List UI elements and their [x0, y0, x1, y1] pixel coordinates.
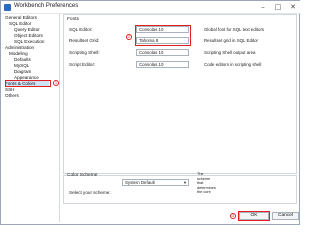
- script-editor-font-field[interactable]: Consolas 10: [136, 61, 189, 68]
- close-button[interactable]: ✕: [287, 2, 299, 12]
- callout-box-font-fields: [135, 25, 191, 46]
- callout-marker-3: 3: [230, 213, 236, 219]
- resultset-grid-description: Resultset grid in SQL Editor: [204, 38, 259, 43]
- title-bar: Workbench Preferences – □ ✕: [1, 1, 301, 14]
- script-editor-label: Script Editor:: [69, 62, 96, 67]
- fonts-group-label: Fonts: [67, 17, 79, 22]
- script-editor-description: Code editors in scripting shell: [204, 62, 262, 67]
- preferences-window: Workbench Preferences – □ ✕ General Edit…: [0, 0, 301, 225]
- scripting-shell-label: Scripting Shell:: [69, 50, 100, 55]
- callout-box-ok: [238, 211, 270, 221]
- select-scheme-label: Select your scheme:: [69, 190, 111, 195]
- chevron-down-icon: ▼: [183, 180, 187, 185]
- sql-editor-label: SQL Editor:: [69, 27, 93, 32]
- callout-marker-1: 1: [53, 80, 59, 86]
- sql-editor-description: Global font for SQL text editors: [204, 27, 265, 32]
- minimize-button[interactable]: –: [257, 2, 269, 12]
- callout-marker-2: 2: [126, 34, 132, 40]
- tree-item-others[interactable]: Others: [5, 93, 19, 99]
- cancel-button[interactable]: Cancel: [272, 212, 299, 220]
- color-scheme-note: The scheme that determines the core: [197, 172, 216, 195]
- workbench-app-icon: [4, 4, 11, 11]
- preferences-tree: General Editors SQL Editor Query Editor …: [3, 14, 60, 222]
- maximize-button[interactable]: □: [272, 2, 284, 12]
- callout-box-fonts-colors: [5, 80, 51, 87]
- resultset-grid-label: Resultset Grid:: [69, 38, 100, 43]
- scripting-shell-description: Scripting Shell output area: [204, 50, 256, 55]
- color-scheme-select[interactable]: System Default ▼: [122, 179, 189, 186]
- color-scheme-group-label: Color Scheme: [67, 173, 98, 178]
- scripting-shell-font-field[interactable]: Consolas 10: [136, 49, 189, 56]
- window-title: Workbench Preferences: [14, 3, 79, 9]
- color-scheme-selected-value: System Default: [125, 180, 155, 185]
